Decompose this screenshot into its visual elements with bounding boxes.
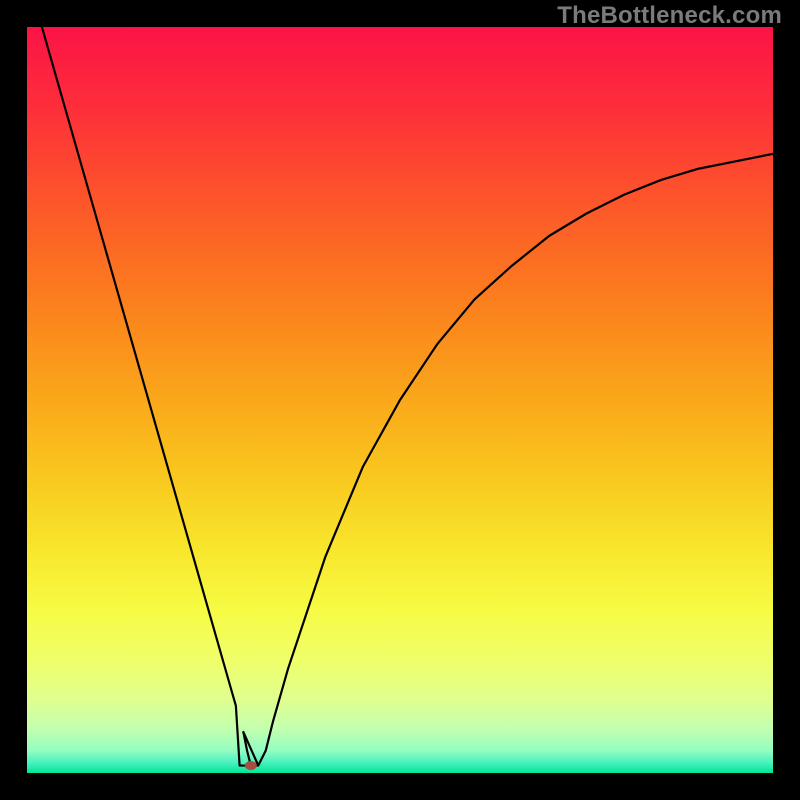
plot-area	[27, 27, 773, 773]
chart-frame: TheBottleneck.com	[0, 0, 800, 800]
plot-svg	[27, 27, 773, 773]
marker-dot	[245, 761, 257, 770]
watermark-text: TheBottleneck.com	[557, 2, 782, 30]
